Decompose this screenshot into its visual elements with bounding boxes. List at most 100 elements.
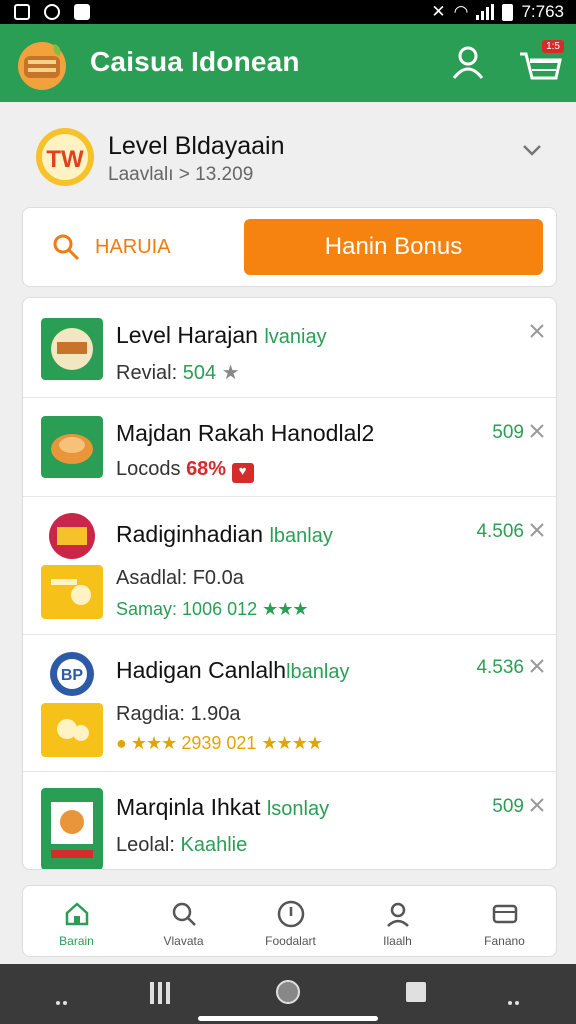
item-rating-value: 1006 012 (182, 599, 258, 619)
item-name: Majdan Rakah Hanodlal2 (116, 420, 374, 447)
item-name: Radiginhadian lbanlay (116, 521, 333, 548)
star-rating-icon: ★★★★ (261, 733, 323, 753)
home-button-icon[interactable] (276, 980, 300, 1004)
app-logo (18, 42, 66, 90)
notification-icon (74, 4, 90, 20)
status-time: 7:763 (521, 2, 564, 21)
user-icon[interactable] (448, 42, 488, 82)
status-icons-left (14, 4, 90, 20)
search-icon (172, 902, 196, 926)
nav-label: Vlavata (163, 934, 204, 948)
level-header[interactable]: TW Level Bldayaain Laavlalı > 13.209 (0, 102, 576, 202)
list-item[interactable]: Level Harajan lvaniay Revial: 504 ★ (23, 298, 556, 398)
item-price: 4.536 (476, 657, 524, 678)
item-rating: Samay: 1006 012 ★★★ (116, 599, 309, 620)
item-detail: Locods 68% ♥ (116, 458, 254, 483)
item-logo (49, 513, 95, 559)
system-nav-bar (0, 964, 576, 1024)
item-title: Level Harajan (116, 322, 258, 348)
item-detail-label: Leolal: (116, 834, 175, 856)
item-list: Level Harajan lvaniay Revial: 504 ★ Majd… (22, 297, 557, 870)
close-icon[interactable] (528, 422, 546, 440)
app-title: Caisua Idonean (90, 46, 300, 77)
item-detail: Revial: 504 ★ (116, 360, 240, 385)
close-icon[interactable] (528, 322, 546, 340)
status-icons-right: ✕ ◠ 7:763 (431, 2, 564, 22)
item-tag: lbanlay (286, 661, 350, 683)
nav-item-search[interactable]: Vlavata (130, 886, 237, 958)
compass-icon (277, 900, 305, 928)
item-name: Level Harajan lvaniay (116, 322, 327, 349)
item-price: 509 (492, 796, 524, 817)
level-badge-icon: TW (36, 128, 94, 186)
nav-label: Foodalart (265, 934, 316, 948)
home-icon (65, 902, 89, 926)
coin-icon: ● (116, 733, 127, 753)
item-tag: lbanlay (269, 525, 333, 547)
chevron-down-icon[interactable] (520, 138, 544, 162)
item-logo: BP (50, 652, 94, 696)
item-detail-value: 504 (182, 362, 217, 384)
nav-label: Ilaalh (383, 934, 412, 948)
item-title: Marqinla Ihkat (116, 794, 261, 820)
back-square-icon[interactable] (406, 982, 426, 1002)
item-name: Hadigan Canlalhlbanlay (116, 657, 349, 684)
item-discount: 68% (186, 458, 227, 480)
mute-icon: ✕ (431, 2, 446, 21)
item-thumbnail (41, 416, 103, 478)
nav-item-food[interactable]: Foodalart (237, 886, 344, 958)
item-thumbnail (41, 318, 103, 380)
item-thumbnail (41, 788, 103, 869)
item-detail-value: Kaahlie (180, 834, 248, 856)
search-icon[interactable] (51, 232, 81, 262)
close-icon[interactable] (528, 657, 546, 675)
item-title: Majdan Rakah Hanodlal2 (116, 420, 375, 446)
wallet-icon (492, 904, 518, 924)
level-subtitle: Laavlalı > 13.209 (108, 164, 254, 185)
signal-icon (476, 4, 495, 20)
messenger-icon (44, 4, 60, 20)
list-item[interactable]: Radiginhadian lbanlay Asadlal: F0.0a Sam… (23, 497, 556, 635)
list-item[interactable]: Marqinla Ihkat lsonlay Leolal: Kaahlie 5… (23, 772, 556, 869)
gallery-icon (14, 4, 30, 20)
item-thumbnail (41, 565, 103, 619)
level-title: Level Bldayaain (108, 132, 285, 160)
search-label[interactable]: HARUIA (95, 236, 171, 259)
heart-icon: ♥ (231, 463, 254, 483)
item-tag: lsonlay (266, 798, 330, 820)
list-item[interactable]: BP Hadigan Canlalhlbanlay Ragdia: 1.90a … (23, 635, 556, 772)
star-icon: ★ (221, 362, 240, 384)
item-price: 4.506 (476, 521, 524, 542)
nav-item-profile[interactable]: Ilaalh (344, 886, 451, 958)
item-tag: lvaniay (264, 326, 327, 348)
star-rating-icon: ★★★ (130, 733, 177, 753)
item-title: Radiginhadian (116, 521, 264, 547)
nav-item-home[interactable]: Barain (23, 886, 130, 958)
status-bar: ✕ ◠ 7:763 (0, 0, 576, 24)
list-item[interactable]: Majdan Rakah Hanodlal2 Locods 68% ♥ 509 (23, 398, 556, 497)
cart-badge: 1:5 (542, 40, 564, 53)
cart-button[interactable]: 1:5 (516, 40, 564, 88)
app-bar: Caisua Idonean 1:5 (0, 24, 576, 102)
close-icon[interactable] (528, 796, 546, 814)
bonus-button[interactable]: Hanin Bonus (244, 219, 543, 275)
menu-dots-icon[interactable] (56, 992, 70, 1005)
more-dots-icon[interactable] (508, 992, 522, 1005)
close-icon[interactable] (528, 521, 546, 539)
recents-icon[interactable] (150, 982, 172, 1004)
profile-icon (387, 902, 409, 927)
item-price: 509 (492, 422, 524, 443)
svg-text:BP: BP (61, 667, 84, 684)
bottom-nav: Barain Vlavata Foodalart Ilaalh Fanano (22, 885, 557, 957)
item-rating-label: Samay: (116, 599, 178, 619)
nav-item-wallet[interactable]: Fanano (451, 886, 558, 958)
item-detail: Asadlal: F0.0a (116, 567, 244, 589)
item-title: Hadigan Canlalh (116, 657, 287, 683)
item-detail-label: Revial: (116, 362, 178, 384)
item-detail: Ragdia: 1.90a (116, 703, 241, 725)
item-detail: Leolal: Kaahlie (116, 834, 247, 857)
item-thumbnail (41, 703, 103, 757)
item-rating: ● ★★★ 2939 021 ★★★★ (116, 733, 323, 754)
star-rating-icon: ★★★ (262, 599, 308, 619)
gesture-bar[interactable] (198, 1016, 378, 1021)
